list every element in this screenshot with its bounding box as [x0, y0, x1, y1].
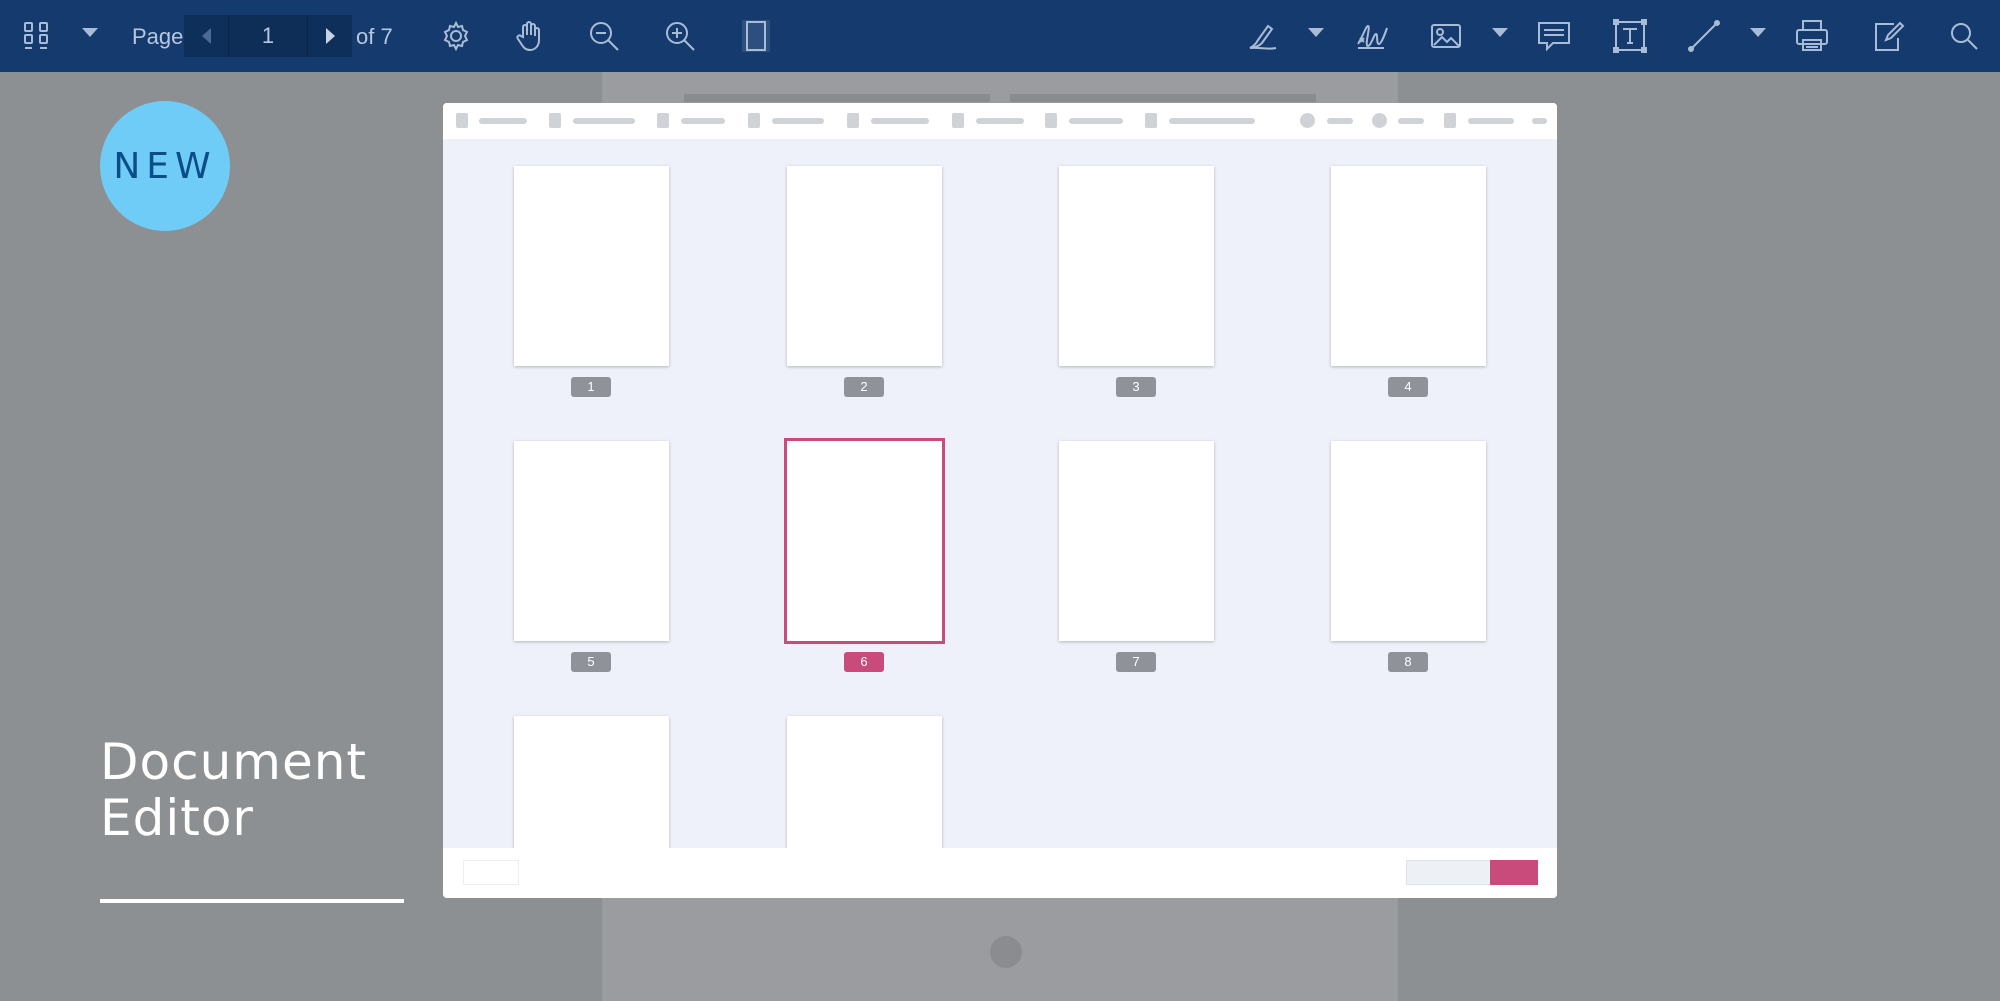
next-page-button[interactable] [308, 15, 352, 57]
page-thumbnail[interactable] [514, 166, 669, 366]
line-icon[interactable] [1682, 14, 1726, 58]
document-icon[interactable] [952, 113, 964, 128]
page-number-label: 4 [1388, 377, 1428, 397]
headline-underline [100, 899, 404, 903]
dialog-toolbar-item[interactable] [1327, 118, 1353, 124]
document-icon[interactable] [748, 113, 760, 128]
page-thumbnail[interactable] [514, 441, 669, 641]
dialog-toolbar-item[interactable] [573, 118, 635, 124]
page-number-label: 3 [1116, 377, 1156, 397]
page-number-label: 7 [1116, 652, 1156, 672]
edit-icon[interactable] [1866, 14, 1910, 58]
promo-headline: Document Editor [100, 733, 368, 847]
background-document-bar [684, 94, 990, 102]
page-thumbnail[interactable] [1331, 441, 1486, 641]
dialog-toolbar-item[interactable] [681, 118, 725, 124]
grid-view-dropdown-caret[interactable] [82, 28, 98, 37]
dialog-toolbar-item[interactable] [1468, 118, 1514, 124]
dialog-footer [443, 848, 1557, 898]
page-organizer-dialog: 1 2 3 4 5 6 7 8 [443, 103, 1557, 898]
page-navigator [184, 15, 352, 57]
confirm-button[interactable] [1490, 860, 1538, 885]
page-thumbnail[interactable] [787, 716, 942, 848]
print-icon[interactable] [1790, 14, 1834, 58]
pen-icon[interactable] [1240, 14, 1284, 58]
page-number-input[interactable] [228, 15, 308, 57]
page-label: Page [132, 24, 184, 49]
previous-page-button[interactable] [184, 15, 228, 57]
settings-icon[interactable] [434, 14, 478, 58]
pan-hand-icon[interactable] [508, 14, 552, 58]
page-number-label-selected: 6 [844, 652, 884, 672]
grid-view-icon[interactable] [14, 14, 58, 58]
page-number-label: 1 [571, 377, 611, 397]
top-toolbar: Page of 7 [0, 0, 2000, 72]
zoom-in-icon[interactable] [658, 14, 702, 58]
dialog-toolbar [443, 103, 1557, 139]
page-thumbnail[interactable] [1059, 441, 1214, 641]
document-icon[interactable] [1045, 113, 1057, 128]
page-count-label: of 7 [356, 24, 393, 49]
dialog-toolbar-item[interactable] [1169, 118, 1255, 124]
page-thumbnail[interactable] [514, 716, 669, 848]
background-document-dot [990, 936, 1022, 968]
dialog-toolbar-item[interactable] [1398, 118, 1424, 124]
line-dropdown-caret[interactable] [1750, 28, 1766, 37]
dialog-toolbar-item[interactable] [772, 118, 824, 124]
page-number-label: 5 [571, 652, 611, 672]
page-number-label: 8 [1388, 652, 1428, 672]
document-icon[interactable] [1444, 113, 1456, 128]
document-icon[interactable] [456, 113, 468, 128]
page-number-label: 2 [844, 377, 884, 397]
dialog-toolbar-item[interactable] [479, 118, 527, 124]
page-thumbnail[interactable] [1331, 166, 1486, 366]
document-icon[interactable] [657, 113, 669, 128]
zoom-out-icon[interactable] [582, 14, 626, 58]
new-badge: NEW [100, 101, 230, 231]
image-icon[interactable] [1424, 14, 1468, 58]
page-thumbnail[interactable] [1059, 166, 1214, 366]
textbox-icon[interactable] [1608, 14, 1652, 58]
document-icon[interactable] [847, 113, 859, 128]
pen-dropdown-caret[interactable] [1308, 28, 1324, 37]
thumbnail-grid: 1 2 3 4 5 6 7 8 [443, 139, 1557, 848]
document-icon[interactable] [549, 113, 561, 128]
dialog-toolbar-item[interactable] [871, 118, 929, 124]
page-thumbnail-selected[interactable] [784, 438, 945, 644]
background-document-bar [1010, 94, 1316, 102]
page-thumbnail[interactable] [787, 166, 942, 366]
comment-icon[interactable] [1532, 14, 1576, 58]
signature-icon[interactable] [1350, 14, 1394, 58]
new-badge-label: NEW [113, 145, 217, 187]
dialog-footer-left-button[interactable] [463, 860, 519, 885]
chevron-right-icon [325, 28, 335, 44]
dialog-toolbar-item[interactable] [1069, 118, 1123, 124]
image-dropdown-caret[interactable] [1492, 28, 1508, 37]
single-page-icon[interactable] [734, 14, 778, 58]
circle-icon[interactable] [1372, 113, 1387, 128]
dialog-toolbar-item[interactable] [1532, 118, 1547, 124]
dialog-toolbar-item[interactable] [976, 118, 1024, 124]
search-icon[interactable] [1942, 14, 1986, 58]
circle-icon[interactable] [1300, 113, 1315, 128]
document-icon[interactable] [1145, 113, 1157, 128]
chevron-left-icon [201, 28, 211, 44]
